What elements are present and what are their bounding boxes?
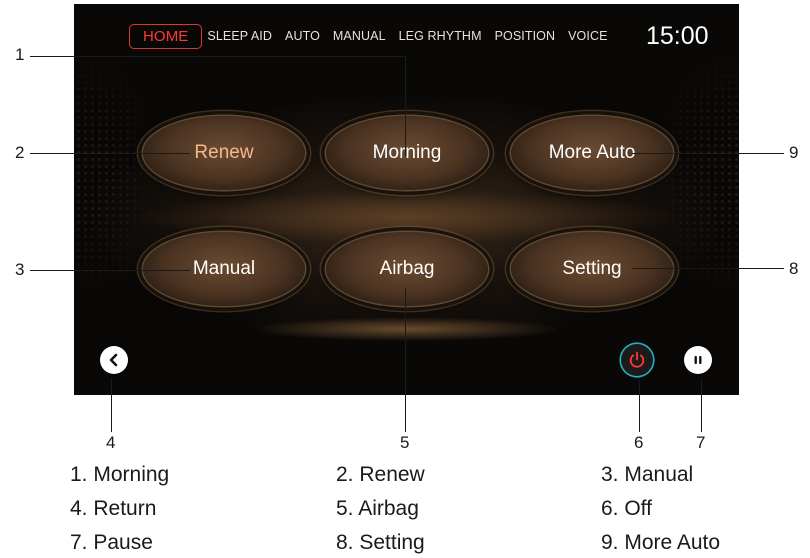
callout-line-4: [111, 378, 113, 432]
callout-8: 8: [789, 259, 799, 278]
legend-item: 7. Pause: [70, 531, 153, 554]
return-button[interactable]: [100, 346, 128, 374]
tab-auto[interactable]: AUTO: [285, 29, 320, 43]
tab-voice[interactable]: VOICE: [568, 29, 607, 43]
tab-manual[interactable]: MANUAL: [333, 29, 386, 43]
manual-button[interactable]: Manual: [143, 232, 305, 306]
legend-item: 4. Return: [70, 497, 157, 520]
clock: 15:00: [646, 22, 709, 50]
legend-item: 5. Airbag: [336, 497, 419, 520]
chevron-left-icon: [109, 353, 118, 367]
tab-position[interactable]: POSITION: [495, 29, 556, 43]
manual-figure: HOME SLEEP AID AUTO MANUAL LEG RHYTHM PO…: [0, 0, 810, 558]
callout-1: 1: [15, 45, 25, 64]
callout-6: 6: [634, 433, 644, 452]
top-nav: HOME SLEEP AID AUTO MANUAL LEG RHYTHM PO…: [129, 22, 621, 50]
legend-item: 3. Manual: [601, 463, 694, 486]
decor-glow-bottom: [214, 314, 599, 344]
callout-line-8: [632, 268, 784, 270]
callout-line-6: [639, 380, 641, 432]
legend-item: 6. Off: [601, 497, 652, 520]
callout-line-2: [30, 153, 190, 155]
morning-button[interactable]: Morning: [326, 116, 488, 190]
tab-sleep-aid[interactable]: SLEEP AID: [207, 29, 272, 43]
callout-line-1-v: [405, 56, 407, 156]
legend-item: 1. Morning: [70, 463, 170, 486]
callout-7: 7: [696, 433, 706, 452]
pause-button[interactable]: [684, 346, 712, 374]
pause-icon: [694, 356, 702, 364]
callout-9: 9: [789, 143, 799, 162]
airbag-button[interactable]: Airbag: [326, 232, 488, 306]
tab-home[interactable]: HOME: [129, 23, 203, 49]
callout-line-1-h: [30, 56, 406, 58]
legend-item: 9. More Auto: [601, 531, 721, 554]
callout-3: 3: [15, 260, 25, 279]
callout-5: 5: [400, 433, 410, 452]
legend-item: 8. Setting: [336, 531, 425, 554]
callout-2: 2: [15, 143, 25, 162]
callout-4: 4: [106, 433, 116, 452]
power-icon: [629, 351, 645, 368]
callout-line-7: [701, 378, 703, 432]
off-button[interactable]: [621, 344, 653, 376]
control-screen: HOME SLEEP AID AUTO MANUAL LEG RHYTHM PO…: [74, 4, 739, 395]
callout-line-5: [405, 288, 407, 432]
tab-leg-rhythm[interactable]: LEG RHYTHM: [399, 29, 482, 43]
callout-line-3: [30, 270, 190, 272]
legend-item: 2. Renew: [336, 463, 425, 486]
callout-line-9: [632, 153, 784, 155]
